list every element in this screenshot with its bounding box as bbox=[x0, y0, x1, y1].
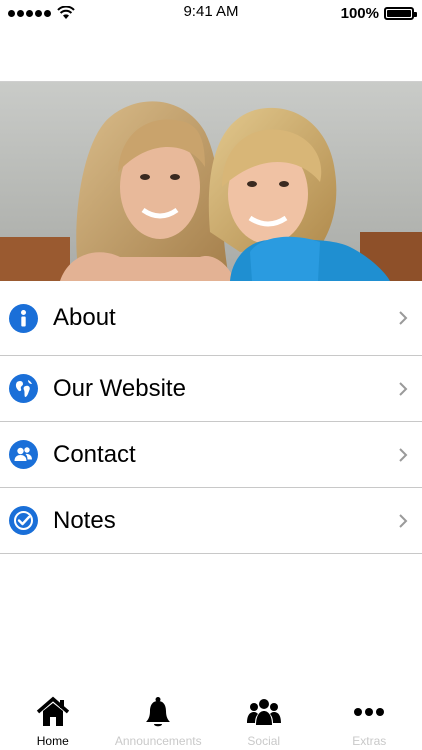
chevron-right-icon bbox=[399, 381, 408, 396]
hero-photo bbox=[0, 82, 422, 281]
tab-home[interactable]: Home bbox=[0, 690, 106, 750]
menu-item-notes[interactable]: Notes bbox=[0, 488, 422, 554]
menu-item-about[interactable]: About bbox=[0, 281, 422, 356]
tab-label: Social bbox=[247, 734, 281, 748]
menu-item-our-website[interactable]: Our Website bbox=[0, 356, 422, 422]
globe-icon bbox=[9, 374, 38, 403]
tab-social[interactable]: Social bbox=[211, 690, 317, 750]
chevron-right-icon bbox=[399, 513, 408, 528]
chevron-right-icon bbox=[399, 311, 408, 325]
battery-icon bbox=[384, 6, 417, 20]
info-icon bbox=[9, 303, 38, 333]
home-icon bbox=[36, 694, 70, 730]
navigation-bar bbox=[0, 26, 422, 82]
contacts-icon bbox=[9, 440, 38, 469]
tab-label: Announcements bbox=[114, 734, 202, 748]
chevron-right-icon bbox=[399, 447, 408, 462]
tab-extras[interactable]: Extras bbox=[317, 690, 422, 750]
checkmark-icon bbox=[9, 506, 38, 535]
tab-label: Extras bbox=[352, 734, 387, 748]
menu-list: About Our Website Contact Notes bbox=[0, 281, 422, 554]
tab-label: Home bbox=[36, 734, 69, 748]
status-bar: 9:41 AM 100% bbox=[0, 0, 422, 26]
tab-bar: Home Announcements Social Extras bbox=[0, 690, 422, 750]
menu-item-label: Our Website bbox=[53, 374, 186, 402]
tab-announcements[interactable]: Announcements bbox=[106, 690, 212, 750]
group-icon bbox=[246, 694, 281, 730]
menu-item-label: Contact bbox=[53, 440, 136, 468]
more-icon bbox=[353, 694, 385, 730]
status-time: 9:41 AM bbox=[183, 3, 239, 20]
menu-item-label: About bbox=[53, 304, 116, 331]
menu-item-label: Notes bbox=[53, 506, 116, 534]
bell-icon bbox=[144, 694, 172, 730]
menu-item-contact[interactable]: Contact bbox=[0, 422, 422, 488]
